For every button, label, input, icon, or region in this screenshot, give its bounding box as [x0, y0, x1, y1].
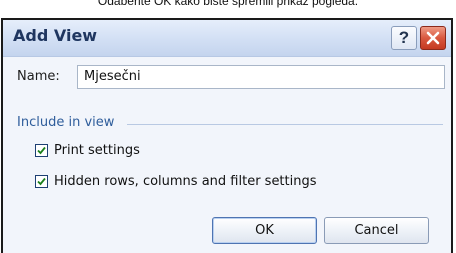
help-icon: ? [398, 28, 410, 47]
title-bar[interactable]: Add View ? [3, 20, 451, 57]
checkmark-icon [37, 177, 46, 185]
include-in-view-group-title: Include in view [17, 115, 115, 130]
group-divider [127, 124, 443, 125]
hidden-rows-option[interactable]: Hidden rows, columns and filter settings [35, 172, 317, 190]
name-input[interactable]: Mjesečni [77, 65, 445, 89]
close-icon [426, 31, 440, 45]
page-caption: Odaberite OK kako biste spremili prikaz … [97, 0, 359, 8]
help-button[interactable]: ? [391, 26, 417, 50]
add-view-dialog: Add View ? Name: Mjesečni Include in vie… [1, 18, 453, 253]
print-settings-option[interactable]: Print settings [35, 141, 140, 159]
hidden-rows-checkbox[interactable] [35, 174, 48, 188]
close-button[interactable] [420, 26, 446, 50]
ok-button[interactable]: OK [212, 217, 317, 244]
dialog-title: Add View [13, 26, 98, 45]
print-settings-checkbox[interactable] [35, 143, 48, 157]
checkmark-icon [37, 146, 46, 154]
cancel-button[interactable]: Cancel [324, 217, 429, 244]
hidden-rows-label[interactable]: Hidden rows, columns and filter settings [54, 174, 317, 189]
name-label: Name: [17, 69, 60, 84]
print-settings-label[interactable]: Print settings [54, 143, 140, 158]
